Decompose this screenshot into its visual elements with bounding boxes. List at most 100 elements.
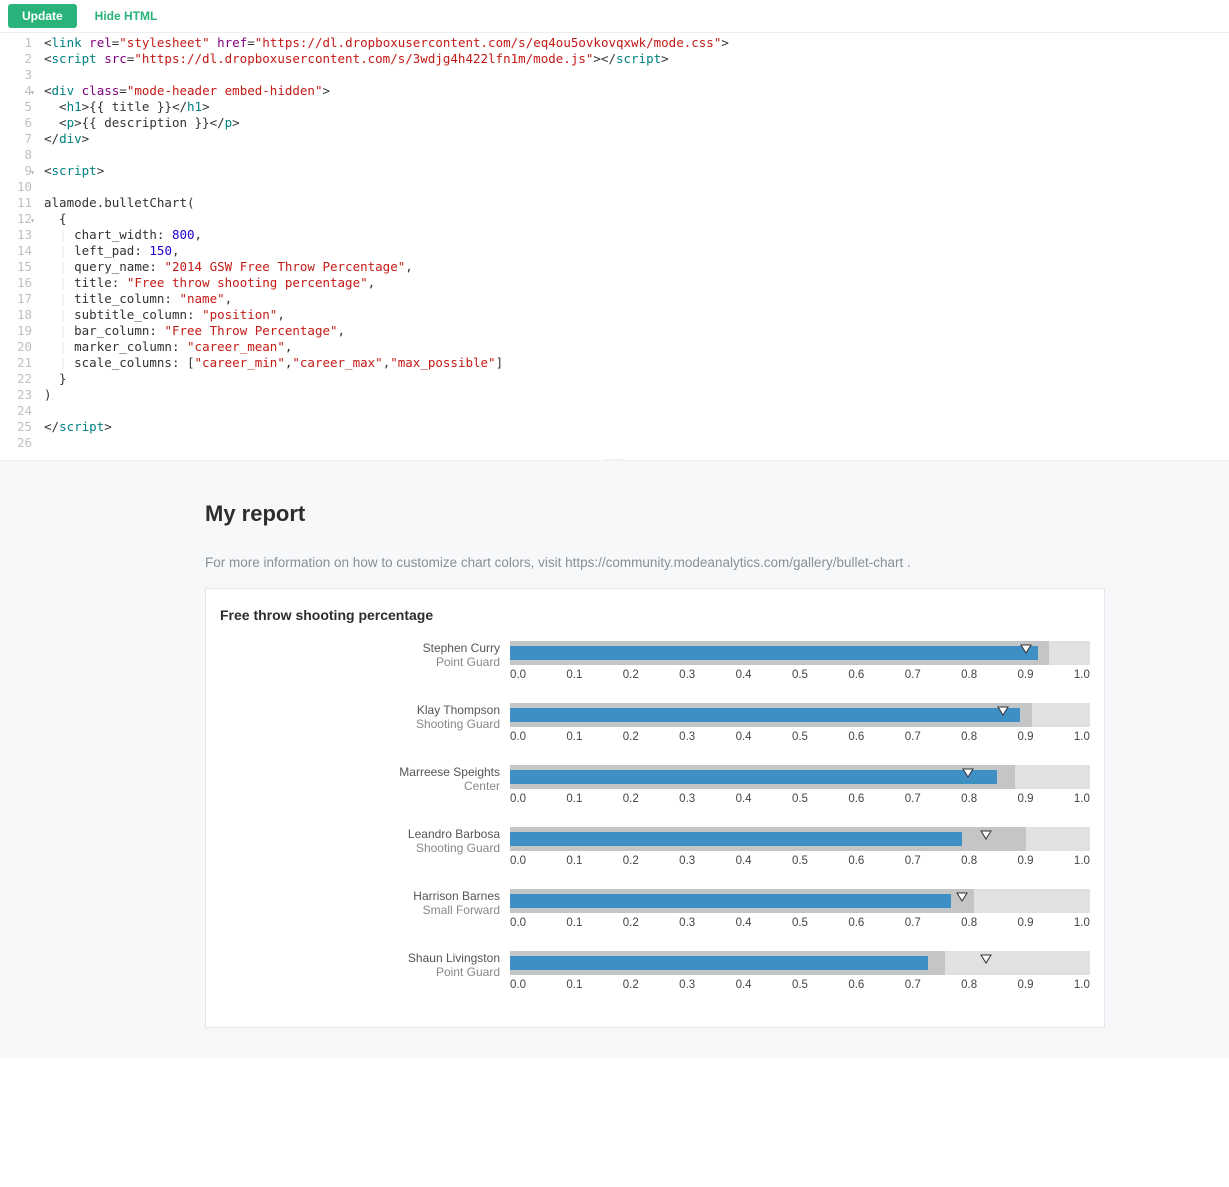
hide-html-link[interactable]: Hide HTML (95, 9, 158, 23)
axis-tick: 0.6 (848, 731, 864, 743)
axis-tick: 0.5 (792, 669, 808, 681)
career-mean-marker (980, 954, 992, 964)
axis-tick: 0.6 (848, 793, 864, 805)
code-line[interactable]: <script src="https://dl.dropboxuserconte… (44, 51, 1229, 67)
bullet-row: Stephen CurryPoint Guard0.00.10.20.30.40… (220, 641, 1090, 681)
axis-tick: 0.5 (792, 855, 808, 867)
axis-tick: 0.3 (679, 855, 695, 867)
axis-tick: 0.4 (736, 917, 752, 929)
bullet-row: Shaun LivingstonPoint Guard0.00.10.20.30… (220, 951, 1090, 991)
line-number: 19 (0, 323, 32, 339)
line-number: 24 (0, 403, 32, 419)
code-line[interactable] (44, 147, 1229, 163)
code-line[interactable]: | title_column: "name", (44, 291, 1229, 307)
code-line[interactable]: alamode.bulletChart( (44, 195, 1229, 211)
line-number-gutter: 1234567891011121314151617181920212223242… (0, 33, 40, 453)
code-line[interactable]: | query_name: "2014 GSW Free Throw Perce… (44, 259, 1229, 275)
update-button[interactable]: Update (8, 4, 77, 28)
code-line[interactable]: <h1>{{ title }}</h1> (44, 99, 1229, 115)
line-number: 6 (0, 115, 32, 131)
axis-tick: 0.8 (961, 731, 977, 743)
bullet-chart: Stephen CurryPoint Guard0.00.10.20.30.40… (220, 641, 1090, 991)
axis-tick: 0.9 (1018, 855, 1034, 867)
axis-tick: 0.3 (679, 917, 695, 929)
code-line[interactable]: } (44, 371, 1229, 387)
axis-tick: 0.6 (848, 917, 864, 929)
line-number: 26 (0, 435, 32, 451)
axis-tick: 0.9 (1018, 793, 1034, 805)
code-line[interactable]: | bar_column: "Free Throw Percentage", (44, 323, 1229, 339)
axis-tick: 0.3 (679, 979, 695, 991)
line-number: 10 (0, 179, 32, 195)
line-number: 4 (0, 83, 32, 99)
axis-tick: 0.2 (623, 793, 639, 805)
code-line[interactable] (44, 179, 1229, 195)
code-line[interactable] (44, 435, 1229, 451)
code-line[interactable]: <div class="mode-header embed-hidden"> (44, 83, 1229, 99)
axis-tick: 0.1 (566, 855, 582, 867)
axis-tick: 0.2 (623, 669, 639, 681)
bullet-track (510, 889, 1090, 913)
career-mean-marker (1020, 644, 1032, 654)
axis-tick: 0.4 (736, 979, 752, 991)
x-axis: 0.00.10.20.30.40.50.60.70.80.91.0 (510, 731, 1090, 743)
code-line[interactable] (44, 403, 1229, 419)
axis-tick: 0.9 (1018, 979, 1034, 991)
code-line[interactable]: </div> (44, 131, 1229, 147)
axis-tick: 0.6 (848, 979, 864, 991)
bullet-row: Klay ThompsonShooting Guard0.00.10.20.30… (220, 703, 1090, 743)
code-line[interactable]: ) (44, 387, 1229, 403)
code-line[interactable]: <script> (44, 163, 1229, 179)
axis-tick: 0.7 (905, 793, 921, 805)
bullet-label: Stephen CurryPoint Guard (220, 641, 510, 681)
code-line[interactable] (44, 67, 1229, 83)
code-line[interactable]: | chart_width: 800, (44, 227, 1229, 243)
axis-tick: 0.8 (961, 793, 977, 805)
chart-title: Free throw shooting percentage (220, 607, 1090, 623)
pane-divider[interactable]: ⋯⋯ (0, 453, 1229, 461)
code-line[interactable]: { (44, 211, 1229, 227)
line-number: 8 (0, 147, 32, 163)
axis-tick: 0.7 (905, 979, 921, 991)
bullet-track (510, 827, 1090, 851)
line-number: 14 (0, 243, 32, 259)
line-number: 11 (0, 195, 32, 211)
line-number: 21 (0, 355, 32, 371)
code-line[interactable]: | left_pad: 150, (44, 243, 1229, 259)
career-mean-marker (956, 892, 968, 902)
bullet-row: Leandro BarbosaShooting Guard0.00.10.20.… (220, 827, 1090, 867)
axis-tick: 0.1 (566, 793, 582, 805)
code-editor[interactable]: 1234567891011121314151617181920212223242… (0, 32, 1229, 453)
code-line[interactable]: <p>{{ description }}</p> (44, 115, 1229, 131)
career-mean-marker (980, 830, 992, 840)
axis-tick: 1.0 (1074, 669, 1090, 681)
code-area[interactable]: <link rel="stylesheet" href="https://dl.… (40, 33, 1229, 453)
code-line[interactable]: | title: "Free throw shooting percentage… (44, 275, 1229, 291)
bullet-bar (510, 956, 928, 970)
axis-tick: 0.2 (623, 917, 639, 929)
code-line[interactable]: | subtitle_column: "position", (44, 307, 1229, 323)
chart-card: Free throw shooting percentage Stephen C… (205, 588, 1105, 1028)
x-axis: 0.00.10.20.30.40.50.60.70.80.91.0 (510, 855, 1090, 867)
code-line[interactable]: <link rel="stylesheet" href="https://dl.… (44, 35, 1229, 51)
axis-tick: 0.4 (736, 669, 752, 681)
axis-tick: 0.3 (679, 793, 695, 805)
bullet-track (510, 641, 1090, 665)
axis-tick: 0.5 (792, 917, 808, 929)
code-line[interactable]: </script> (44, 419, 1229, 435)
axis-tick: 0.6 (848, 855, 864, 867)
axis-tick: 0.8 (961, 669, 977, 681)
axis-tick: 0.4 (736, 793, 752, 805)
bullet-bar (510, 832, 962, 846)
code-line[interactable]: | scale_columns: ["career_min","career_m… (44, 355, 1229, 371)
career-mean-marker (962, 768, 974, 778)
report-description: For more information on how to customize… (205, 555, 1229, 570)
x-axis: 0.00.10.20.30.40.50.60.70.80.91.0 (510, 669, 1090, 681)
report-preview: My report For more information on how to… (0, 461, 1229, 1058)
axis-tick: 0.2 (623, 855, 639, 867)
line-number: 18 (0, 307, 32, 323)
axis-tick: 0.1 (566, 669, 582, 681)
code-line[interactable]: | marker_column: "career_mean", (44, 339, 1229, 355)
axis-tick: 0.9 (1018, 731, 1034, 743)
grip-icon: ⋯⋯ (605, 454, 625, 465)
